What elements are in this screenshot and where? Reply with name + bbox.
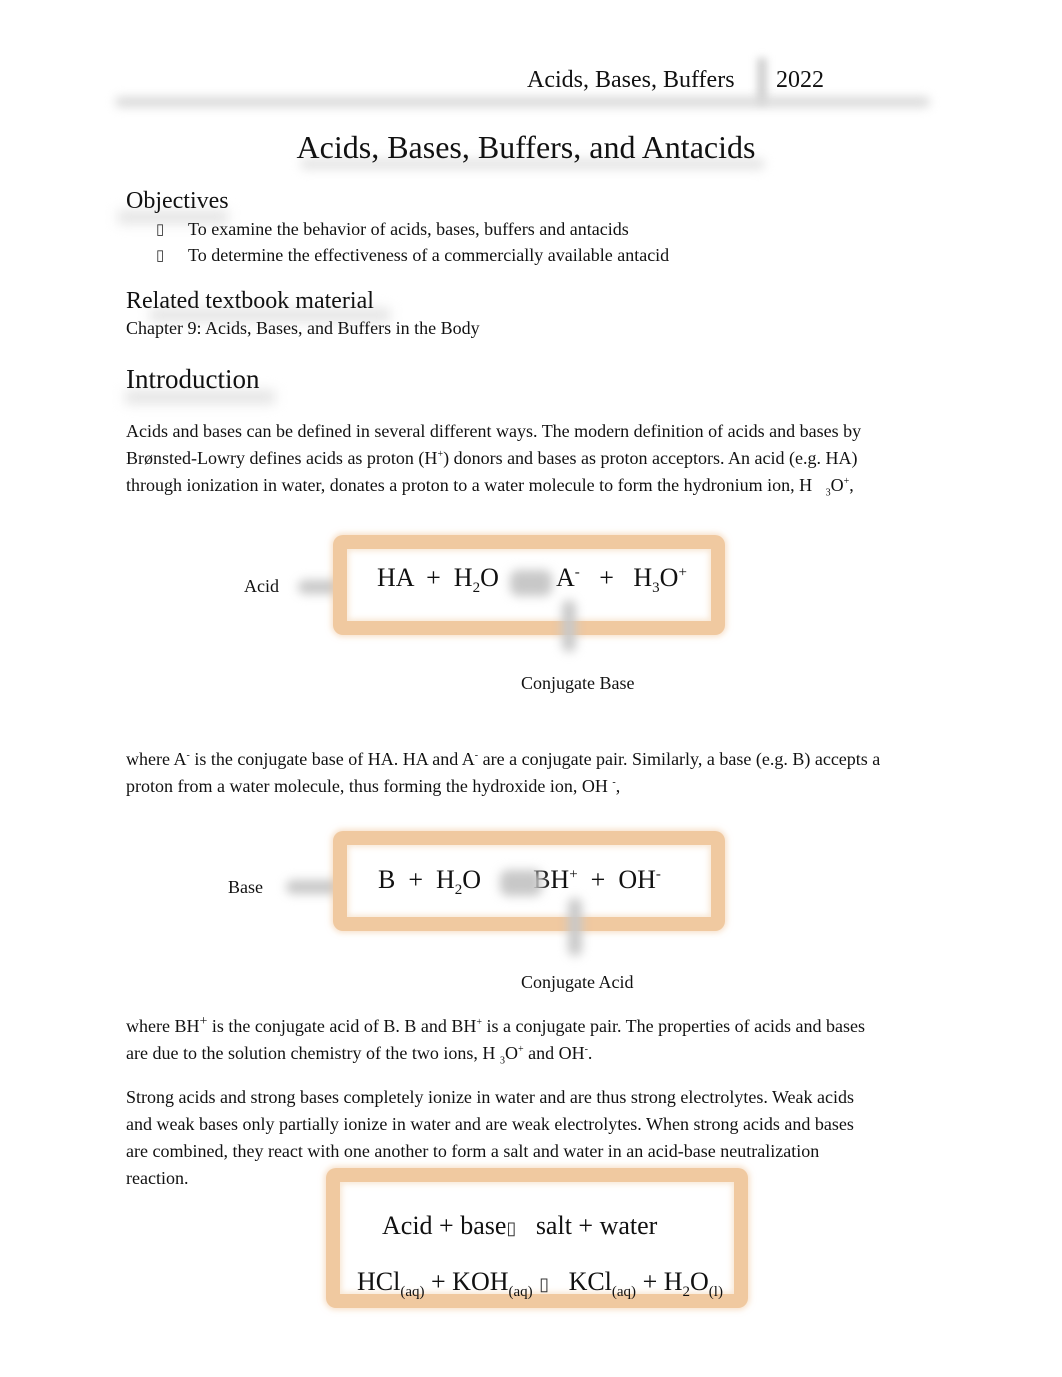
square-bullet-icon: ▯ bbox=[156, 248, 165, 264]
intro-paragraph-2: where A- is the conjugate base of HA. HA… bbox=[126, 746, 946, 800]
neutralization-chemical-equation: HCl(aq) + KOH(aq) ▯ KCl(aq) + H2O(l) bbox=[357, 1267, 723, 1301]
text-run: is the conjugate acid of B. B and BH bbox=[207, 1016, 477, 1036]
running-header-title: Acids, Bases, Buffers bbox=[527, 67, 735, 93]
neutralization-word-equation: Acid + base▯ salt + water bbox=[382, 1211, 657, 1241]
eq-plus: + bbox=[426, 563, 441, 592]
text-run: , bbox=[615, 776, 621, 796]
eq-plus: + bbox=[590, 865, 606, 894]
subscript: 3 bbox=[652, 580, 660, 597]
reaction-arrow-icon: ▯ bbox=[539, 1274, 550, 1294]
introduction-heading: Introduction bbox=[126, 364, 260, 394]
square-bullet-icon: ▯ bbox=[156, 222, 165, 238]
eq-term: O bbox=[659, 563, 679, 592]
intro-paragraph-3: where BH+ is the conjugate acid of B. B … bbox=[126, 1013, 936, 1067]
text-run: are due to the solution chemistry of the… bbox=[126, 1043, 496, 1063]
eq-term: salt + water bbox=[535, 1211, 658, 1240]
superscript: - bbox=[655, 866, 661, 883]
eq-plus: + bbox=[599, 563, 614, 592]
text-line: Strong acids and strong bases completely… bbox=[126, 1087, 855, 1107]
eq-term: O bbox=[690, 1267, 709, 1296]
eq-term: B bbox=[378, 865, 396, 894]
superscript: - bbox=[574, 564, 580, 581]
running-header-year: 2022 bbox=[776, 67, 824, 93]
text-run: and OH bbox=[523, 1043, 585, 1063]
equilibrium-arrow-icon bbox=[500, 870, 542, 896]
eq-plus: + bbox=[408, 865, 424, 894]
pointer-arrow-icon bbox=[568, 898, 582, 956]
reaction-arrow-icon: ▯ bbox=[506, 1218, 517, 1238]
eq-term: HA bbox=[377, 563, 414, 592]
textbook-heading: Related textbook material bbox=[126, 288, 374, 314]
text-line: proton from a water molecule, thus formi… bbox=[126, 773, 946, 800]
text-run: Brønsted-Lowry defines acids as proton (… bbox=[126, 448, 438, 468]
header-rule bbox=[115, 97, 930, 107]
intro-paragraph-1: Acids and bases can be defined in severa… bbox=[126, 418, 936, 499]
text-line: Acids and bases can be defined in severa… bbox=[126, 421, 862, 441]
eq-term: A bbox=[555, 563, 575, 592]
text-run: where A bbox=[126, 749, 187, 769]
text-line: Brønsted-Lowry defines acids as proton (… bbox=[126, 445, 936, 472]
eq-term: H bbox=[436, 865, 455, 894]
state-subscript: (aq) bbox=[508, 1284, 533, 1301]
document-title: Acids, Bases, Buffers, and Antacids bbox=[296, 129, 756, 165]
eq-term: HCl bbox=[357, 1267, 401, 1296]
acid-label: Acid bbox=[244, 576, 279, 596]
equilibrium-arrow-icon bbox=[510, 570, 552, 596]
eq-term: O bbox=[480, 563, 499, 592]
objective-item: To examine the behavior of acids, bases,… bbox=[188, 219, 629, 239]
objective-item: To determine the effectiveness of a comm… bbox=[188, 245, 670, 265]
text-run: through ionization in water, donates a p… bbox=[126, 475, 813, 495]
state-subscript: (aq) bbox=[611, 1284, 637, 1301]
eq-term: + H bbox=[642, 1267, 683, 1296]
text-run: , bbox=[849, 475, 854, 495]
eq-term: H bbox=[453, 563, 473, 592]
text-line: where BH+ is the conjugate acid of B. B … bbox=[126, 1013, 936, 1040]
eq-term: + KOH bbox=[431, 1267, 509, 1296]
text-line: where A- is the conjugate base of HA. HA… bbox=[126, 746, 946, 773]
text-run: where BH bbox=[126, 1016, 200, 1036]
conjugate-acid-label: Conjugate Acid bbox=[521, 972, 634, 992]
text-run: is the conjugate base of HA. HA and A bbox=[189, 749, 475, 769]
conjugate-base-label: Conjugate Base bbox=[521, 673, 635, 693]
superscript: + bbox=[678, 564, 687, 581]
text-line: are combined, they react with one anothe… bbox=[126, 1141, 820, 1161]
state-subscript: (aq) bbox=[400, 1284, 425, 1301]
objectives-heading: Objectives bbox=[126, 188, 229, 214]
eq-term: KCl bbox=[568, 1267, 612, 1296]
eq-term: Acid + base bbox=[382, 1211, 507, 1240]
text-run: ) donors and bases as proton acceptors. … bbox=[443, 448, 858, 468]
eq-term: OH bbox=[618, 865, 656, 894]
subscript: 2 bbox=[472, 580, 481, 597]
text-line: are due to the solution chemistry of the… bbox=[126, 1040, 936, 1067]
textbook-reference: Chapter 9: Acids, Bases, and Buffers in … bbox=[126, 318, 480, 338]
eq-term: O bbox=[462, 865, 482, 894]
superscript: + bbox=[569, 866, 578, 883]
text-run: is a conjugate pair. The properties of a… bbox=[481, 1016, 866, 1036]
base-label: Base bbox=[228, 877, 263, 897]
text-run: are a conjugate pair. Similarly, a base … bbox=[478, 749, 881, 769]
state-subscript: (l) bbox=[708, 1284, 723, 1301]
text-run: . bbox=[587, 1043, 593, 1063]
text-run: O bbox=[830, 475, 844, 495]
text-run: proton from a water molecule, thus formi… bbox=[126, 776, 608, 796]
eq-term: H bbox=[633, 563, 653, 592]
text-line: through ionization in water, donates a p… bbox=[126, 472, 936, 499]
text-line: and weak bases only partially ionize in … bbox=[126, 1114, 854, 1134]
subscript: 2 bbox=[682, 1284, 691, 1301]
pointer-arrow-icon bbox=[562, 600, 576, 652]
text-run: O bbox=[504, 1043, 518, 1063]
